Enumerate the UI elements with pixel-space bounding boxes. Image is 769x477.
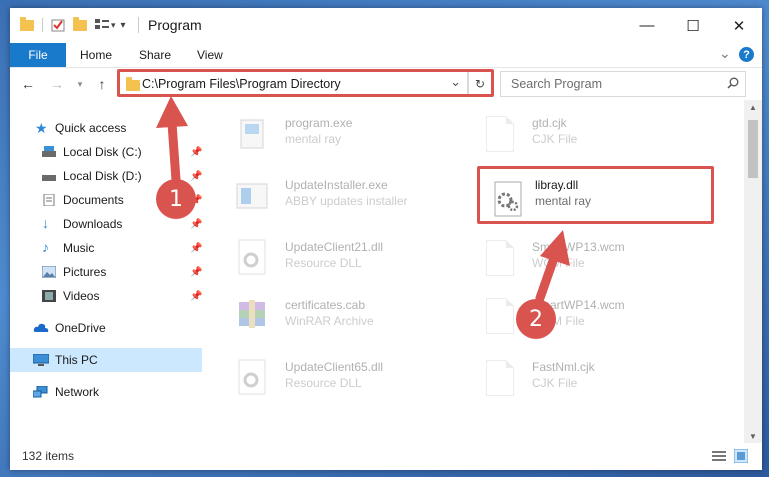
explorer-window: ▾ ▾ Program — ☐ ✕ File Home Share View ⌄… bbox=[10, 8, 762, 470]
step-1-badge: 1 bbox=[156, 179, 196, 219]
arrow-1 bbox=[156, 96, 188, 185]
annotation-arrows bbox=[156, 96, 570, 303]
arrow-2 bbox=[535, 230, 570, 303]
step-2-badge: 2 bbox=[516, 299, 556, 339]
